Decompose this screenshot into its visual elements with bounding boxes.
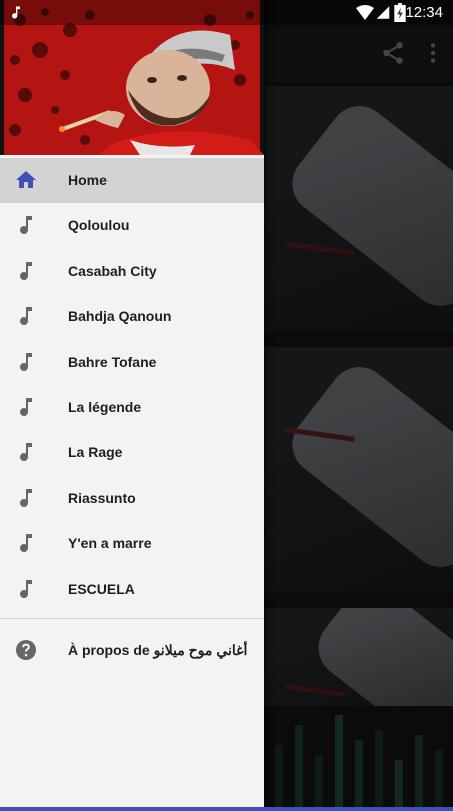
menu-item-label: Casabah City <box>68 262 157 279</box>
menu-item-label: ESCUELA <box>68 580 135 597</box>
music-note-icon <box>20 261 32 280</box>
menu-item-label: Riassunto <box>68 489 136 506</box>
music-note-icon <box>20 397 32 416</box>
menu-item-qoloulou[interactable]: Qoloulou <box>0 203 264 248</box>
music-note-icon <box>20 579 32 598</box>
music-note-icon <box>20 307 32 326</box>
menu-item-la-legende[interactable]: La légende <box>0 385 264 430</box>
menu-item-la-rage[interactable]: La Rage <box>0 430 264 475</box>
menu-item-label: La Rage <box>68 444 123 461</box>
music-note-icon <box>20 534 32 553</box>
menu-item-escuela[interactable]: ESCUELA <box>0 567 264 612</box>
music-note-icon <box>20 216 32 235</box>
music-note-icon <box>20 443 32 462</box>
menu-item-label: Qoloulou <box>68 217 130 234</box>
menu-item-riassunto[interactable]: Riassunto <box>0 476 264 521</box>
music-note-icon <box>20 352 32 371</box>
menu-divider <box>0 618 264 619</box>
menu-item-yen-a-marre[interactable]: Y'en a marre <box>0 521 264 566</box>
menu-item-label: Bahre Tofane <box>68 353 157 370</box>
about-label: À propos de أغاني موح ميلانو <box>68 642 248 658</box>
battery-charging-icon <box>394 3 406 22</box>
menu-item-label: Bahdja Qanoun <box>68 308 172 325</box>
music-note-icon <box>12 6 20 19</box>
wifi-icon <box>356 5 374 20</box>
menu-item-about[interactable]: À propos de أغاني موح ميلانو <box>0 628 264 673</box>
status-bar: 12:34 <box>0 0 453 25</box>
menu-item-label: La légende <box>68 398 142 415</box>
drawer-menu: Home Qoloulou Casabah City Bahdja Qanoun… <box>0 158 264 612</box>
signal-icon <box>376 6 390 19</box>
home-icon <box>16 171 36 188</box>
menu-item-bahre-tofane[interactable]: Bahre Tofane <box>0 340 264 385</box>
menu-item-bahdja-qanoun[interactable]: Bahdja Qanoun <box>0 294 264 339</box>
menu-item-label: Y'en a marre <box>68 535 152 552</box>
menu-item-label: Home <box>68 172 107 188</box>
navigation-drawer: Home Qoloulou Casabah City Bahdja Qanoun… <box>0 0 264 807</box>
bottom-accent-bar <box>0 807 453 811</box>
menu-item-casabah-city[interactable]: Casabah City <box>0 249 264 294</box>
music-note-icon <box>20 488 32 507</box>
status-time: 12:34 <box>405 4 443 21</box>
menu-item-home[interactable]: Home <box>0 158 264 204</box>
help-circle-icon <box>16 640 36 660</box>
